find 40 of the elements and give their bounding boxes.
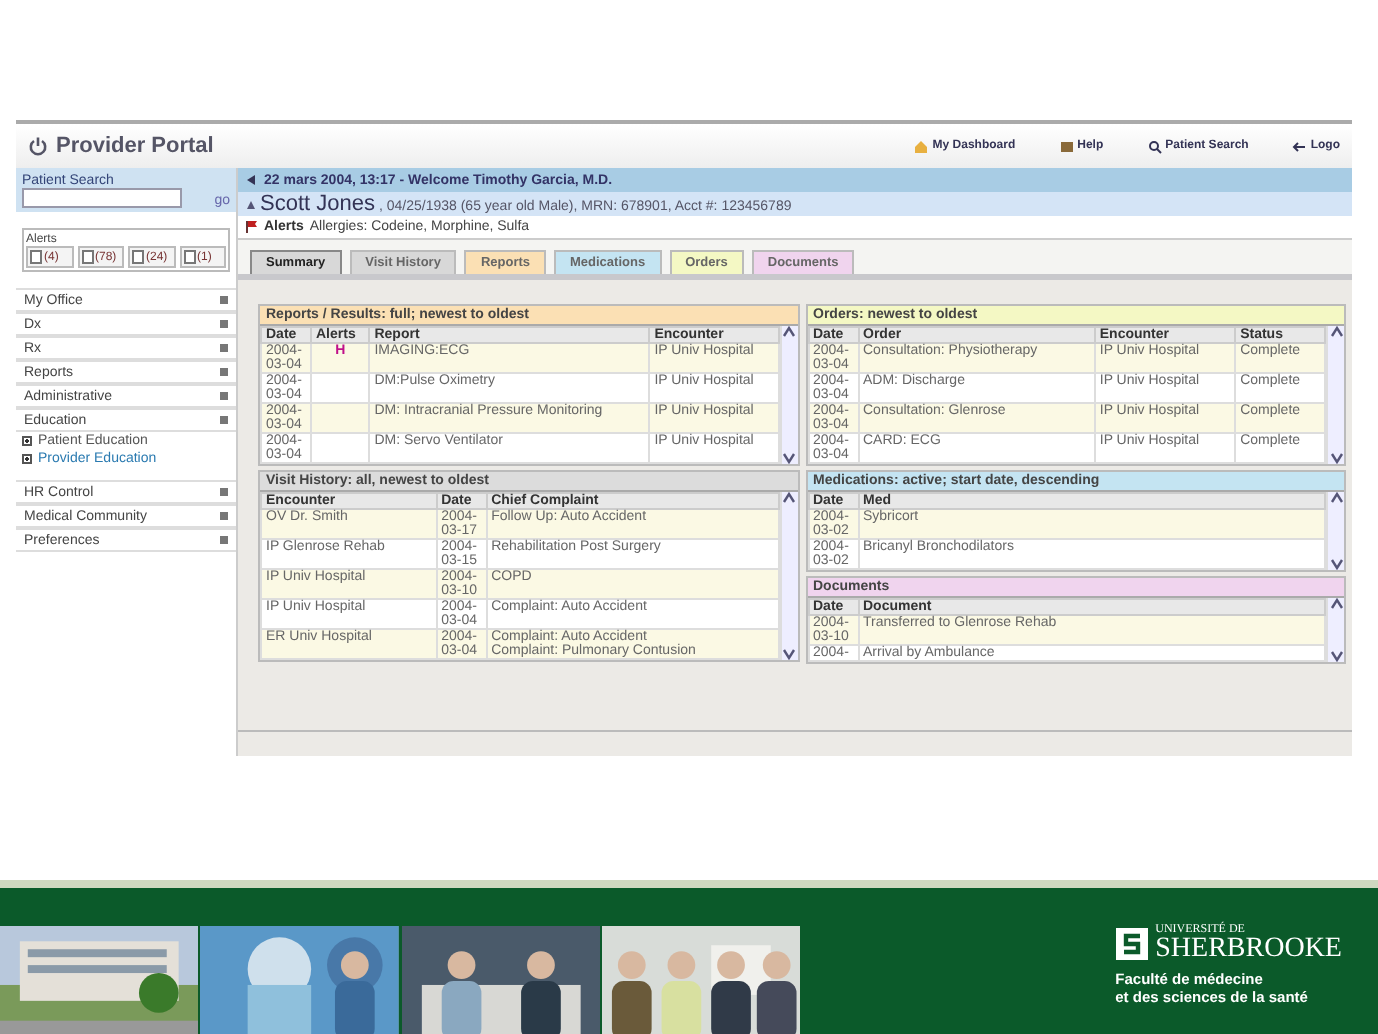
search-icon	[1147, 139, 1162, 153]
document-icon	[81, 250, 93, 264]
home-icon	[914, 139, 929, 153]
square-icon	[220, 320, 228, 328]
document-icon	[183, 250, 195, 264]
scroll-up-icon[interactable]	[1329, 598, 1343, 610]
patient-name: Scott Jones	[260, 192, 375, 216]
square-icon	[220, 344, 228, 352]
collapse-icon[interactable]	[246, 174, 256, 186]
scroll-down-icon[interactable]	[1329, 558, 1343, 570]
app-title: Provider Portal	[56, 134, 214, 158]
square-icon	[220, 536, 228, 544]
search-field[interactable]	[22, 188, 182, 208]
square-icon	[220, 392, 228, 400]
table-cell	[311, 433, 370, 463]
scroll-up-icon[interactable]	[1329, 326, 1343, 338]
scroll-down-icon[interactable]	[782, 452, 796, 464]
scroll-down-icon[interactable]	[1329, 452, 1343, 464]
scroll-down-icon[interactable]	[1329, 650, 1343, 662]
scroll-up-icon[interactable]	[782, 492, 796, 504]
scroll-down-icon[interactable]	[782, 648, 796, 660]
square-icon	[220, 368, 228, 376]
table-cell	[311, 403, 370, 433]
flag-icon	[246, 220, 258, 234]
square-icon	[220, 416, 228, 424]
power-icon	[28, 136, 48, 156]
logo-icon	[1115, 928, 1148, 960]
scroll-up-icon[interactable]	[1329, 492, 1343, 504]
arrow-icon	[1292, 139, 1307, 153]
scroll-up-icon[interactable]	[782, 326, 796, 338]
university-name: SHERBROOKE	[1155, 936, 1342, 964]
square-icon	[220, 296, 228, 304]
scrollbar[interactable]	[1326, 326, 1344, 464]
scrollbar[interactable]	[1326, 598, 1344, 662]
caret-icon[interactable]	[246, 200, 256, 210]
scrollbar[interactable]	[1326, 492, 1344, 570]
square-icon	[220, 512, 228, 520]
square-icon	[220, 488, 228, 496]
document-icon	[30, 250, 42, 264]
document-icon	[132, 250, 144, 264]
